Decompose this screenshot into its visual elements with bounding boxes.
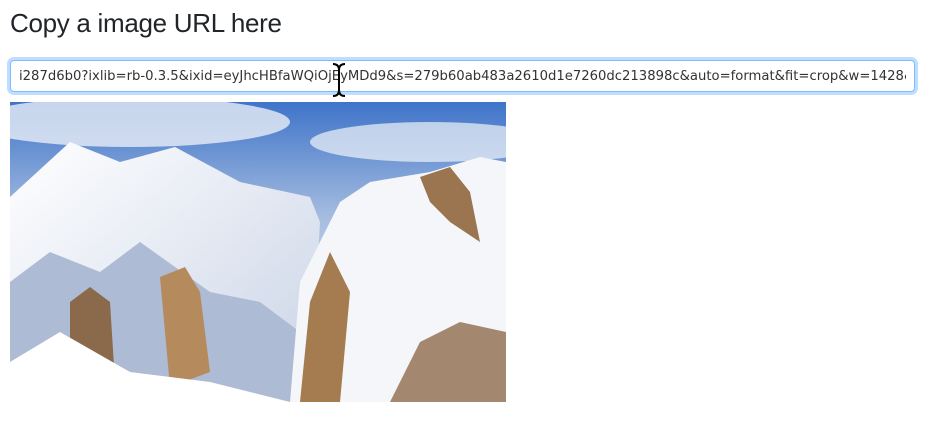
image-url-input[interactable] bbox=[10, 60, 915, 92]
preview-image bbox=[10, 102, 506, 402]
page-title: Copy a image URL here bbox=[10, 8, 282, 38]
